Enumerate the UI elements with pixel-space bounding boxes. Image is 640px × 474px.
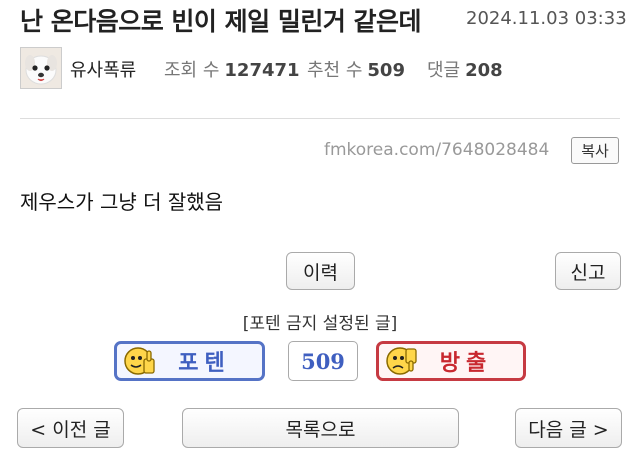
comment-count: 댓글 208	[427, 56, 503, 82]
author-avatar[interactable]	[20, 47, 62, 89]
history-button[interactable]: 이력	[286, 252, 355, 290]
vote-count: 509	[288, 341, 358, 381]
post-body: 제우스가 그냥 더 잘했음	[20, 190, 224, 214]
view-count-label: 조회 수	[164, 60, 220, 81]
comment-count-value: 208	[465, 60, 503, 81]
view-count-value: 127471	[224, 60, 300, 81]
post-datetime: 2024.11.03 03:33	[466, 8, 627, 29]
comment-count-label: 댓글	[427, 60, 461, 81]
post-url[interactable]: fmkorea.com/7648028484	[324, 140, 549, 160]
view-count: 조회 수 127471	[164, 56, 300, 82]
downvote-label: 방출	[439, 351, 493, 376]
downvote-button[interactable]: 방출	[376, 341, 526, 381]
back-to-list-button[interactable]: 목록으로	[182, 408, 459, 448]
upvote-label: 포텐	[178, 351, 231, 376]
puppy-avatar-icon	[21, 48, 61, 88]
potential-ban-notice: [포텐 금지 설정된 글]	[242, 314, 398, 334]
upvote-button[interactable]: 포텐	[114, 341, 265, 381]
author-name[interactable]: 유사폭류	[70, 56, 136, 82]
thumbs-down-face-icon	[386, 347, 417, 375]
recommend-count-label: 추천 수	[307, 60, 363, 81]
recommend-count: 추천 수 509	[307, 56, 405, 82]
recommend-count-value: 509	[367, 60, 405, 81]
header-divider	[20, 118, 620, 119]
prev-post-button[interactable]: < 이전 글	[17, 408, 124, 448]
next-post-button[interactable]: 다음 글 >	[515, 408, 622, 448]
thumbs-up-face-icon	[124, 347, 155, 375]
report-button[interactable]: 신고	[555, 252, 621, 290]
copy-url-button[interactable]: 복사	[571, 137, 619, 164]
post-title: 난 온다음으로 빈이 제일 밀린거 같은데	[20, 7, 422, 36]
